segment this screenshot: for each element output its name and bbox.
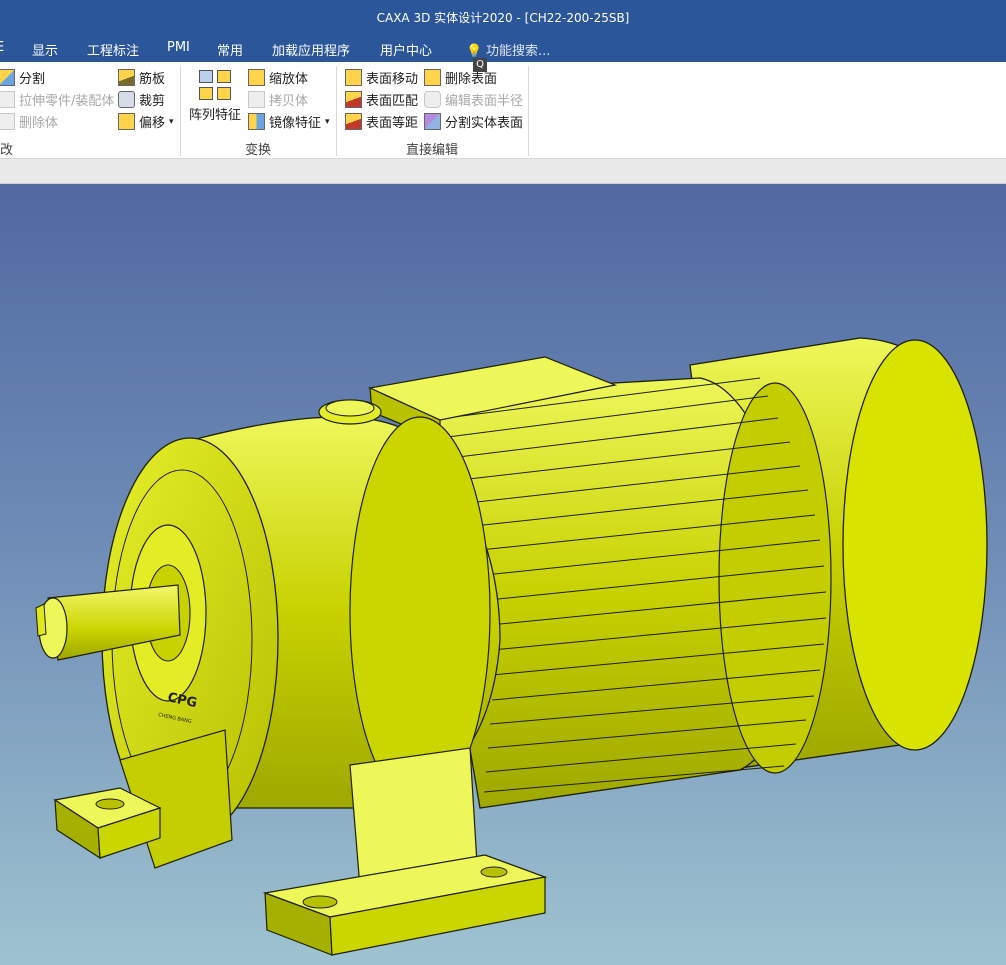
move-face-icon — [345, 69, 362, 86]
split-button[interactable]: 分割 — [0, 68, 45, 87]
trim-icon — [118, 91, 135, 108]
foot-bolt-hole — [302, 895, 338, 909]
menu-item-partial[interactable]: E — [0, 40, 4, 55]
title-bar: CAXA 3D 实体设计2020 - [CH22-200-25SB] — [0, 0, 1006, 34]
menu-item-annotation[interactable]: 工程标注 — [87, 40, 139, 59]
window-title: CAXA 3D 实体设计2020 - [CH22-200-25SB] — [376, 11, 630, 25]
delete-body-button[interactable]: 删除体 — [0, 112, 58, 131]
menu-item-addins[interactable]: 加载应用程序 — [272, 40, 350, 59]
oil-plug-top — [325, 399, 375, 417]
mirror-icon — [248, 113, 265, 130]
offset-button[interactable]: 偏移 ▾ — [118, 112, 174, 131]
group-separator — [180, 66, 181, 156]
foot-bolt-hole — [95, 798, 125, 810]
group-separator — [336, 66, 337, 156]
group-label-modify: 改 — [0, 143, 14, 158]
delete-body-icon — [0, 113, 15, 130]
ribbon: 分割 拉伸零件/装配体 删除体 筋板 裁剪 偏移 ▾ 改 阵列特征 缩放体 拷贝… — [0, 62, 1006, 159]
match-face-icon — [345, 91, 362, 108]
stretch-button[interactable]: 拉伸零件/装配体 — [0, 90, 114, 109]
group-label-direct-edit: 直接编辑 — [406, 143, 459, 158]
3d-viewport[interactable]: CPG CHENG BANG — [0, 184, 1006, 965]
edit-radius-icon — [424, 91, 441, 108]
split-icon — [0, 69, 15, 86]
copy-body-button[interactable]: 拷贝体 — [248, 90, 308, 109]
feature-search[interactable]: 💡 功能搜索... — [466, 40, 550, 59]
stator-end — [718, 382, 832, 774]
trim-button[interactable]: 裁剪 — [118, 90, 165, 109]
search-placeholder: 功能搜索... — [486, 44, 551, 59]
offset-face-icon — [345, 113, 362, 130]
match-face-button[interactable]: 表面匹配 — [345, 90, 418, 109]
keytip-badge: Q — [473, 58, 487, 72]
dropdown-arrow-icon: ▾ — [325, 116, 330, 127]
foot-bolt-hole — [480, 866, 508, 878]
split-face-button[interactable]: 分割实体表面 — [424, 112, 523, 131]
group-label-transform: 变换 — [245, 143, 272, 158]
dropdown-arrow-icon: ▾ — [169, 116, 174, 127]
move-face-button[interactable]: 表面移动 — [345, 68, 418, 87]
menu-item-common[interactable]: 常用 — [217, 40, 243, 59]
rib-icon — [118, 69, 135, 86]
array-feature-button[interactable]: 阵列特征 — [189, 104, 241, 123]
shaft-key — [35, 603, 47, 637]
mirror-feature-button[interactable]: 镜像特征 ▾ — [248, 112, 330, 131]
menu-item-pmi[interactable]: PMI — [167, 40, 190, 55]
array-feature-icon — [199, 70, 231, 100]
group-separator — [528, 66, 529, 156]
gear-motor-model[interactable]: CPG CHENG BANG — [0, 184, 1006, 965]
menu-item-display[interactable]: 显示 — [32, 40, 58, 59]
lightbulb-icon: 💡 — [466, 44, 483, 59]
scale-body-button[interactable]: 缩放体 — [248, 68, 308, 87]
split-face-icon — [424, 113, 441, 130]
fan-cover-end — [842, 339, 988, 751]
offset-icon — [118, 113, 135, 130]
menu-item-user-center[interactable]: 用户中心 — [380, 40, 432, 59]
scale-icon — [248, 69, 265, 86]
copy-icon — [248, 91, 265, 108]
offset-face-button[interactable]: 表面等距 — [345, 112, 418, 131]
delete-face-icon — [424, 69, 441, 86]
stretch-icon — [0, 91, 15, 108]
edit-face-radius-button[interactable]: 编辑表面半径 — [424, 90, 523, 109]
menu-bar: E 显示 工程标注 PMI 常用 加载应用程序 用户中心 💡 功能搜索... — [0, 34, 1006, 62]
toolbar-strip — [0, 159, 1006, 184]
rib-button[interactable]: 筋板 — [118, 68, 165, 87]
